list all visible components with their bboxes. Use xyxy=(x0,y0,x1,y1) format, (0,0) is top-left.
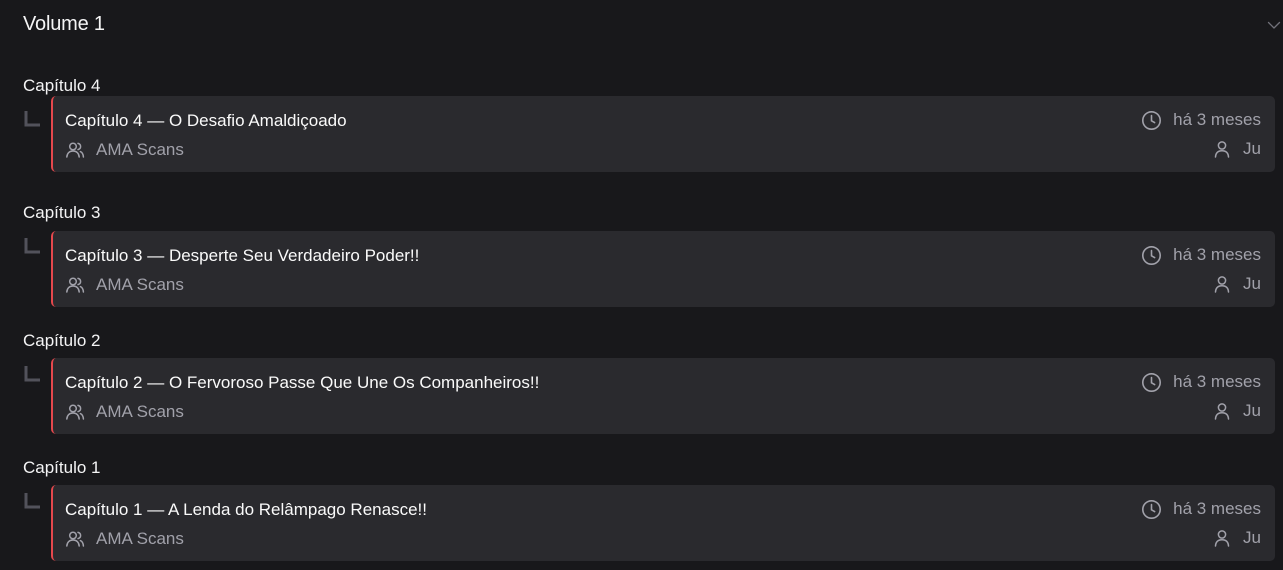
volume-title: Volume 1 xyxy=(23,13,105,35)
uploader-name[interactable]: Ju xyxy=(1243,401,1261,421)
tree-connector-icon xyxy=(24,493,40,509)
chapter-title[interactable]: Capítulo 1 — A Lenda do Relâmpago Renasc… xyxy=(65,500,427,520)
upload-time: há 3 meses xyxy=(1141,498,1261,520)
scan-group-row[interactable]: AMA Scans xyxy=(65,401,184,423)
tree-connector-icon xyxy=(24,111,40,127)
tree-connector-icon xyxy=(24,366,40,382)
time-ago: há 3 meses xyxy=(1173,372,1261,391)
upload-time: há 3 meses xyxy=(1141,244,1261,266)
user-icon xyxy=(1214,403,1230,420)
chapter-group-label: Capítulo 1 xyxy=(23,458,101,477)
uploader-name[interactable]: Ju xyxy=(1243,528,1261,548)
chapter-group-label: Capítulo 2 xyxy=(23,331,101,350)
scan-group-row[interactable]: AMA Scans xyxy=(65,528,184,550)
chapter-group: Capítulo 3 Capítulo 3 — Desperte Seu Ver… xyxy=(0,203,1283,323)
uploader-row[interactable]: Ju xyxy=(1213,138,1261,160)
time-ago: há 3 meses xyxy=(1173,499,1261,518)
upload-time: há 3 meses xyxy=(1141,109,1261,131)
uploader-name[interactable]: Ju xyxy=(1243,274,1261,294)
clock-icon xyxy=(1142,110,1162,130)
scan-group-name[interactable]: AMA Scans xyxy=(96,275,184,295)
chapter-card[interactable]: Capítulo 4 — O Desafio Amaldiçoado AMA S… xyxy=(51,96,1275,172)
clock-icon xyxy=(1142,245,1162,265)
chapter-group-label: Capítulo 3 xyxy=(23,203,101,222)
users-icon xyxy=(66,404,85,420)
users-icon xyxy=(66,277,85,293)
chapter-card[interactable]: Capítulo 3 — Desperte Seu Verdadeiro Pod… xyxy=(51,231,1275,307)
scan-group-row[interactable]: AMA Scans xyxy=(65,139,184,161)
chapter-group-label: Capítulo 4 xyxy=(23,76,101,95)
scan-group-name[interactable]: AMA Scans xyxy=(96,140,184,160)
scan-group-row[interactable]: AMA Scans xyxy=(65,274,184,296)
chapter-title[interactable]: Capítulo 3 — Desperte Seu Verdadeiro Pod… xyxy=(65,246,419,266)
user-icon xyxy=(1214,276,1230,293)
upload-time: há 3 meses xyxy=(1141,371,1261,393)
chapter-list-page: Volume 1 Capítulo 4 Capítulo 4 — O Desaf… xyxy=(0,0,1283,570)
time-ago: há 3 meses xyxy=(1173,110,1261,129)
chapter-title[interactable]: Capítulo 4 — O Desafio Amaldiçoado xyxy=(65,111,347,131)
chapter-card[interactable]: Capítulo 1 — A Lenda do Relâmpago Renasc… xyxy=(51,485,1275,561)
chapter-group: Capítulo 4 Capítulo 4 — O Desafio Amaldi… xyxy=(0,76,1283,196)
tree-connector-icon xyxy=(24,238,40,254)
chapter-group: Capítulo 2 Capítulo 2 — O Fervoroso Pass… xyxy=(0,331,1283,451)
uploader-row[interactable]: Ju xyxy=(1213,400,1261,422)
volume-header[interactable]: Volume 1 xyxy=(0,0,1283,52)
time-ago: há 3 meses xyxy=(1173,245,1261,264)
uploader-row[interactable]: Ju xyxy=(1213,527,1261,549)
uploader-row[interactable]: Ju xyxy=(1213,273,1261,295)
clock-icon xyxy=(1142,372,1162,392)
clock-icon xyxy=(1142,499,1162,519)
users-icon xyxy=(66,142,85,158)
chapter-title[interactable]: Capítulo 2 — O Fervoroso Passe Que Une O… xyxy=(65,373,539,393)
user-icon xyxy=(1214,530,1230,547)
chapter-group: Capítulo 1 Capítulo 1 — A Lenda do Relâm… xyxy=(0,458,1283,570)
chapter-card[interactable]: Capítulo 2 — O Fervoroso Passe Que Une O… xyxy=(51,358,1275,434)
uploader-name[interactable]: Ju xyxy=(1243,139,1261,159)
scan-group-name[interactable]: AMA Scans xyxy=(96,529,184,549)
users-icon xyxy=(66,531,85,547)
scan-group-name[interactable]: AMA Scans xyxy=(96,402,184,422)
chevron-down-icon[interactable] xyxy=(1267,18,1281,32)
user-icon xyxy=(1214,141,1230,158)
